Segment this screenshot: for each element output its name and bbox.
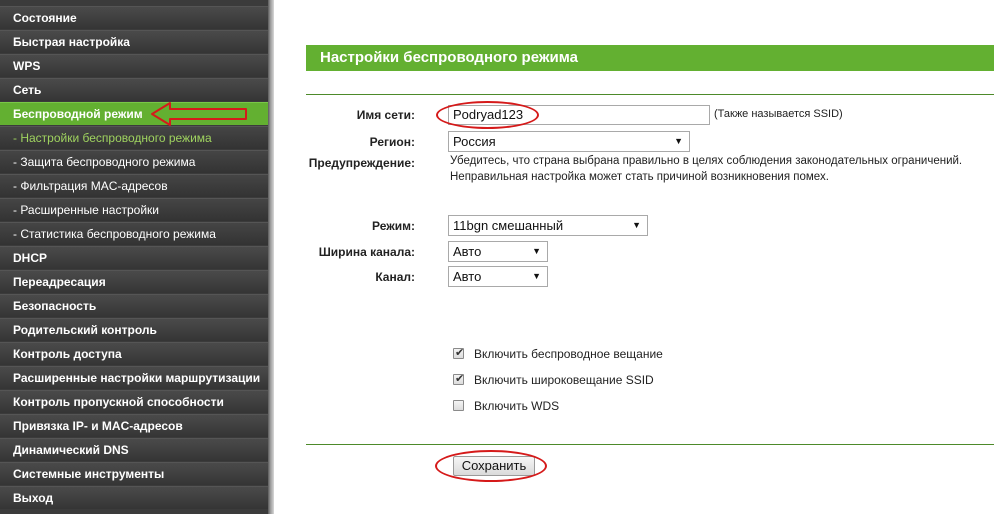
menu-item-ip-mac-binding[interactable]: Привязка IP- и MAC-адресов xyxy=(0,414,268,437)
annotation-arrow-icon xyxy=(151,102,247,126)
channel-value: Авто xyxy=(453,269,482,284)
dropdown-arrow-icon: ▼ xyxy=(632,220,641,230)
menu-item-wireless-security[interactable]: - Защита беспроводного режима xyxy=(0,150,268,173)
ssid-broadcast-checkbox-label: Включить широковещание SSID xyxy=(474,373,654,387)
menu-item-bandwidth-control[interactable]: Контроль пропускной способности xyxy=(0,390,268,413)
channel-width-select[interactable]: Авто ▼ xyxy=(448,241,548,262)
menu-item-system-tools[interactable]: Системные инструменты xyxy=(0,462,268,485)
main-content: Настройки беспроводного режима Имя сети:… xyxy=(274,0,994,514)
dropdown-arrow-icon: ▼ xyxy=(532,271,541,281)
ssid-hint: (Также называется SSID) xyxy=(714,108,843,120)
menu-item-wireless-advanced[interactable]: - Расширенные настройки xyxy=(0,198,268,221)
checkmark-icon: ✔ xyxy=(455,347,465,359)
ssid-broadcast-checkbox[interactable]: ✔ xyxy=(453,373,465,385)
menu-item-ddns[interactable]: Динамический DNS xyxy=(0,438,268,461)
save-highlight xyxy=(435,450,547,482)
broadcast-checkbox-label: Включить беспроводное вещание xyxy=(474,347,663,361)
menu-item-status[interactable]: Состояние xyxy=(0,6,268,29)
warning-line-1: Убедитесь, что страна выбрана правильно … xyxy=(450,155,963,167)
bottom-divider xyxy=(306,444,994,445)
menu-item-dhcp[interactable]: DHCP xyxy=(0,246,268,269)
menu-item-parental-control[interactable]: Родительский контроль xyxy=(0,318,268,341)
menu-item-access-control[interactable]: Контроль доступа xyxy=(0,342,268,365)
mode-label: Режим: xyxy=(372,219,415,233)
channel-width-label: Ширина канала: xyxy=(318,245,415,259)
ssid-label: Имя сети: xyxy=(356,108,415,122)
menu-item-wps[interactable]: WPS xyxy=(0,54,268,77)
dropdown-arrow-icon: ▼ xyxy=(532,246,541,256)
menu-item-wireless-settings[interactable]: - Настройки беспроводного режима xyxy=(0,126,268,149)
menu-item-security[interactable]: Безопасность xyxy=(0,294,268,317)
menu-item-logout[interactable]: Выход xyxy=(0,486,268,509)
broadcast-checkbox[interactable]: ✔ xyxy=(453,347,465,359)
warning-label: Предупреждение: xyxy=(308,156,415,170)
menu-item-advanced-routing[interactable]: Расширенные настройки маршрутизации xyxy=(0,366,268,389)
menu-item-forwarding[interactable]: Переадресация xyxy=(0,270,268,293)
wds-checkbox-label: Включить WDS xyxy=(474,399,560,413)
menu-item-quick-setup[interactable]: Быстрая настройка xyxy=(0,30,268,53)
channel-label: Канал: xyxy=(375,270,415,284)
wds-checkbox[interactable] xyxy=(453,400,464,411)
menu-item-network[interactable]: Сеть xyxy=(0,78,268,101)
page-title: Настройки беспроводного режима xyxy=(306,45,994,71)
sidebar-menu: Состояние Быстрая настройка WPS Сеть Бес… xyxy=(0,0,268,514)
channel-select[interactable]: Авто ▼ xyxy=(448,266,548,287)
checkmark-icon: ✔ xyxy=(455,373,465,385)
warning-line-2: Неправильная настройка может стать причи… xyxy=(450,171,829,183)
region-select[interactable]: Россия ▼ xyxy=(448,131,690,152)
ssid-highlight xyxy=(436,101,539,129)
mode-value: 11bgn смешанный xyxy=(453,218,564,233)
region-label: Регион: xyxy=(369,135,415,149)
channel-width-value: Авто xyxy=(453,244,482,259)
region-value: Россия xyxy=(453,134,496,149)
menu-item-mac-filtering[interactable]: - Фильтрация MAC-адресов xyxy=(0,174,268,197)
menu-item-wireless-statistics[interactable]: - Статистика беспроводного режима xyxy=(0,222,268,245)
menu-list: Состояние Быстрая настройка WPS Сеть Бес… xyxy=(0,0,268,509)
mode-select[interactable]: 11bgn смешанный ▼ xyxy=(448,215,648,236)
top-divider xyxy=(306,94,994,95)
dropdown-arrow-icon: ▼ xyxy=(674,136,683,146)
